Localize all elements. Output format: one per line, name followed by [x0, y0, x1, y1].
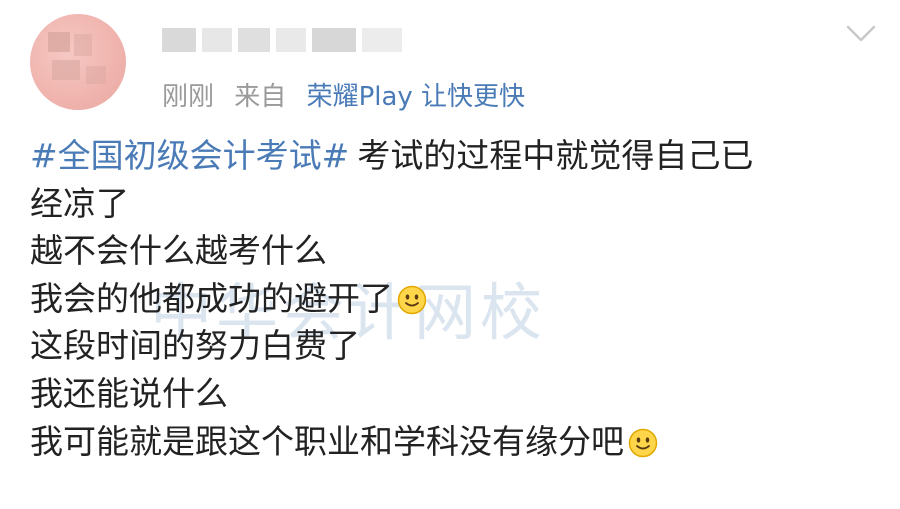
chevron-down-icon[interactable]	[846, 24, 876, 44]
post-content: #全国初级会计考试# 考试的过程中就觉得自己已 经凉了 越不会什么越考什么 我会的…	[30, 132, 890, 465]
content-line: 经凉了	[30, 183, 129, 223]
post-time: 刚刚	[162, 82, 215, 112]
content-text: 考试的过程中就觉得自己已	[357, 136, 754, 175]
content-line: 我会的他都成功的避开了	[30, 275, 890, 323]
content-line: 这段时间的努力白费了	[30, 326, 360, 366]
smile-emoji-icon	[397, 280, 427, 315]
source-link[interactable]: 荣耀Play 让快更快	[307, 82, 526, 112]
smile-emoji-icon	[628, 423, 658, 457]
from-prefix: 来自	[234, 82, 287, 112]
avatar[interactable]	[30, 14, 126, 110]
content-line: 我可能就是跟这个职业和学科没有缘分吧	[30, 418, 890, 466]
username-blurred[interactable]	[162, 22, 432, 56]
topic-link[interactable]: #全国初级会计考试#	[30, 136, 349, 175]
content-text: 我可能就是跟这个职业和学科没有缘分吧	[30, 421, 624, 461]
content-text: 我会的他都成功的避开了	[30, 278, 393, 318]
content-line: 我还能说什么	[30, 373, 228, 413]
content-line: 越不会什么越考什么	[30, 231, 327, 271]
content-line: #全国初级会计考试# 考试的过程中就觉得自己已	[30, 132, 890, 180]
post-meta: 刚刚 来自 荣耀Play 让快更快	[162, 76, 537, 113]
